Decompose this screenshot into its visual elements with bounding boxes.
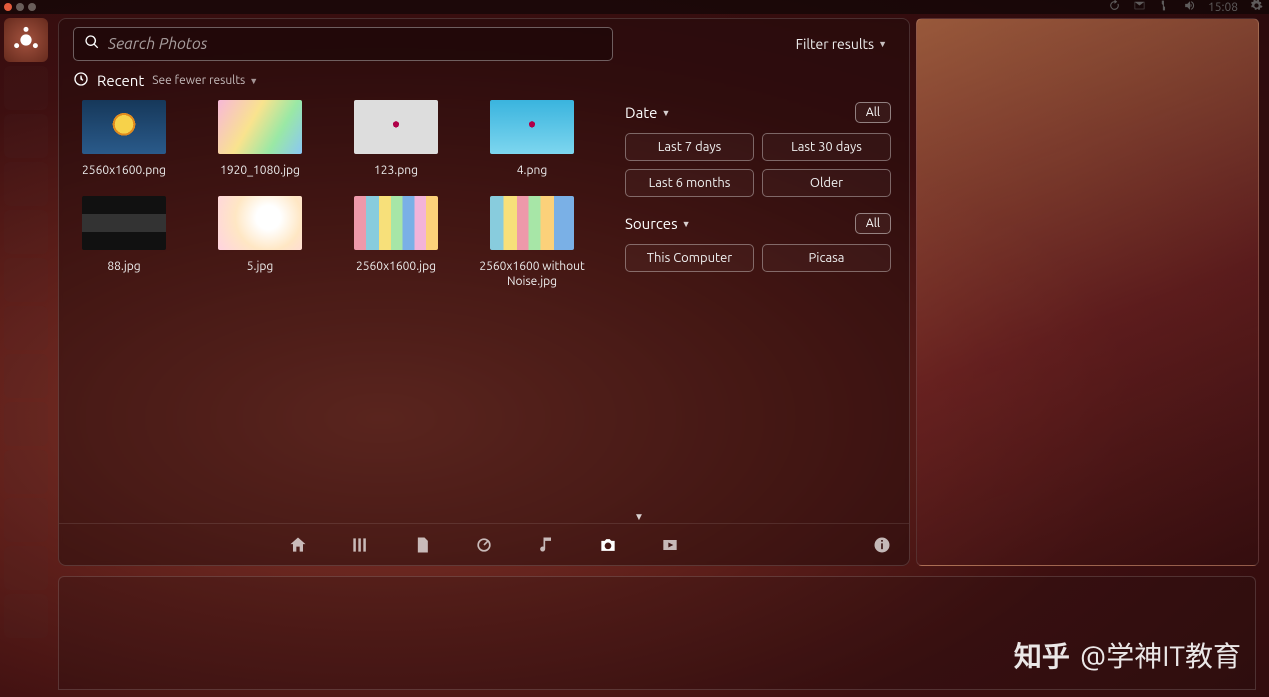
chevron-down-icon: ▼: [661, 108, 670, 118]
photo-thumb[interactable]: 1920_1080.jpg: [207, 100, 313, 178]
photo-thumbnail-image: [490, 100, 574, 154]
see-fewer-label: See fewer results: [152, 74, 245, 87]
launcher-settings-icon[interactable]: [4, 354, 48, 398]
filters-panel: Date ▼ All Last 7 days Last 30 days Last…: [611, 100, 897, 289]
photo-grid: 2560x1600.png 1920_1080.jpg 123.png 4.pn…: [71, 100, 611, 289]
search-box[interactable]: [73, 27, 613, 61]
photo-label: 5.jpg: [247, 260, 274, 274]
watermark: 知乎 @学神IT教育: [1014, 635, 1241, 675]
launcher-ubuntuone-icon[interactable]: [4, 306, 48, 350]
filter-sources-all[interactable]: All: [855, 213, 891, 234]
window-max-dot[interactable]: [28, 3, 36, 11]
photo-thumb[interactable]: 4.png: [479, 100, 585, 178]
window-min-dot[interactable]: [16, 3, 24, 11]
filter-group-date: Date ▼ All Last 7 days Last 30 days Last…: [625, 100, 891, 197]
lens-video-icon[interactable]: [659, 534, 681, 556]
desktop-preview: [916, 18, 1259, 566]
photo-thumbnail-image: [490, 196, 574, 250]
launcher-files-icon[interactable]: [4, 66, 48, 110]
filter-date-option[interactable]: Last 6 months: [625, 169, 754, 197]
launcher-usb-icon[interactable]: [4, 594, 48, 638]
launcher-chrome-icon[interactable]: [4, 402, 48, 446]
launcher-store-icon[interactable]: [4, 258, 48, 302]
chevron-down-icon: ▼: [249, 76, 258, 86]
launcher-drive-icon[interactable]: [4, 546, 48, 590]
photo-label: 88.jpg: [107, 260, 140, 274]
lens-apps-icon[interactable]: [349, 534, 371, 556]
photo-thumbnail-image: [82, 100, 166, 154]
photo-thumb[interactable]: 88.jpg: [71, 196, 177, 289]
lens-music-icon[interactable]: [535, 534, 557, 556]
see-fewer-link[interactable]: See fewer results ▼: [152, 74, 258, 87]
photo-label: 2560x1600.jpg: [356, 260, 436, 274]
search-input[interactable]: [108, 35, 602, 53]
launcher-update-icon[interactable]: [4, 210, 48, 254]
section-recent-title: Recent: [97, 72, 144, 89]
photo-thumbnail-image: [218, 196, 302, 250]
launcher-firefox-icon[interactable]: [4, 114, 48, 158]
filter-source-option[interactable]: This Computer: [625, 244, 754, 272]
filter-date-title[interactable]: Date ▼: [625, 104, 670, 121]
filter-results-toggle[interactable]: Filter results ▼: [796, 36, 887, 52]
photo-label: 2560x1600 without Noise.jpg: [479, 260, 585, 289]
filter-date-option[interactable]: Older: [762, 169, 891, 197]
photo-thumb[interactable]: 123.png: [343, 100, 449, 178]
filter-sources-title[interactable]: Sources ▼: [625, 215, 691, 232]
photo-label: 1920_1080.jpg: [220, 164, 300, 178]
lens-photos-icon[interactable]: [597, 534, 619, 556]
lens-home-icon[interactable]: [287, 534, 309, 556]
photo-thumb[interactable]: 2560x1600.png: [71, 100, 177, 178]
lens-scope-icon[interactable]: [473, 534, 495, 556]
photo-label: 4.png: [517, 164, 548, 178]
photo-thumb[interactable]: 2560x1600.jpg: [343, 196, 449, 289]
launcher-dash-icon[interactable]: [4, 18, 48, 62]
filter-source-option[interactable]: Picasa: [762, 244, 891, 272]
lens-indicator-icon: ▼: [634, 511, 644, 523]
photo-thumb[interactable]: 5.jpg: [207, 196, 313, 289]
search-icon: [84, 34, 100, 54]
lens-files-icon[interactable]: [411, 534, 433, 556]
photo-label: 123.png: [374, 164, 418, 178]
launcher-workspace-icon[interactable]: [4, 498, 48, 542]
photo-label: 2560x1600.png: [82, 164, 166, 178]
filter-date-option[interactable]: Last 30 days: [762, 133, 891, 161]
lens-bar: [59, 523, 909, 565]
photo-thumbnail-image: [82, 196, 166, 250]
launcher: [0, 14, 52, 697]
dash-overlay: Filter results ▼ Recent See fewer result…: [58, 18, 910, 566]
watermark-handle: @学神IT教育: [1080, 635, 1241, 675]
launcher-app-icon[interactable]: [4, 162, 48, 206]
window-close-dot[interactable]: [4, 3, 12, 11]
filter-date-all[interactable]: All: [855, 102, 891, 123]
info-icon[interactable]: [871, 534, 893, 556]
launcher-misc-icon[interactable]: [4, 450, 48, 494]
filter-group-sources: Sources ▼ All This Computer Picasa: [625, 211, 891, 272]
photo-thumbnail-image: [218, 100, 302, 154]
filter-date-option[interactable]: Last 7 days: [625, 133, 754, 161]
photo-thumbnail-image: [354, 196, 438, 250]
chevron-down-icon: ▼: [878, 39, 887, 49]
watermark-brand: 知乎: [1014, 635, 1070, 675]
filter-results-label: Filter results: [796, 36, 874, 52]
clock-icon: [73, 71, 89, 90]
top-panel: [0, 0, 1269, 14]
chevron-down-icon: ▼: [682, 219, 691, 229]
photo-thumbnail-image: [354, 100, 438, 154]
photo-thumb[interactable]: 2560x1600 without Noise.jpg: [479, 196, 585, 289]
